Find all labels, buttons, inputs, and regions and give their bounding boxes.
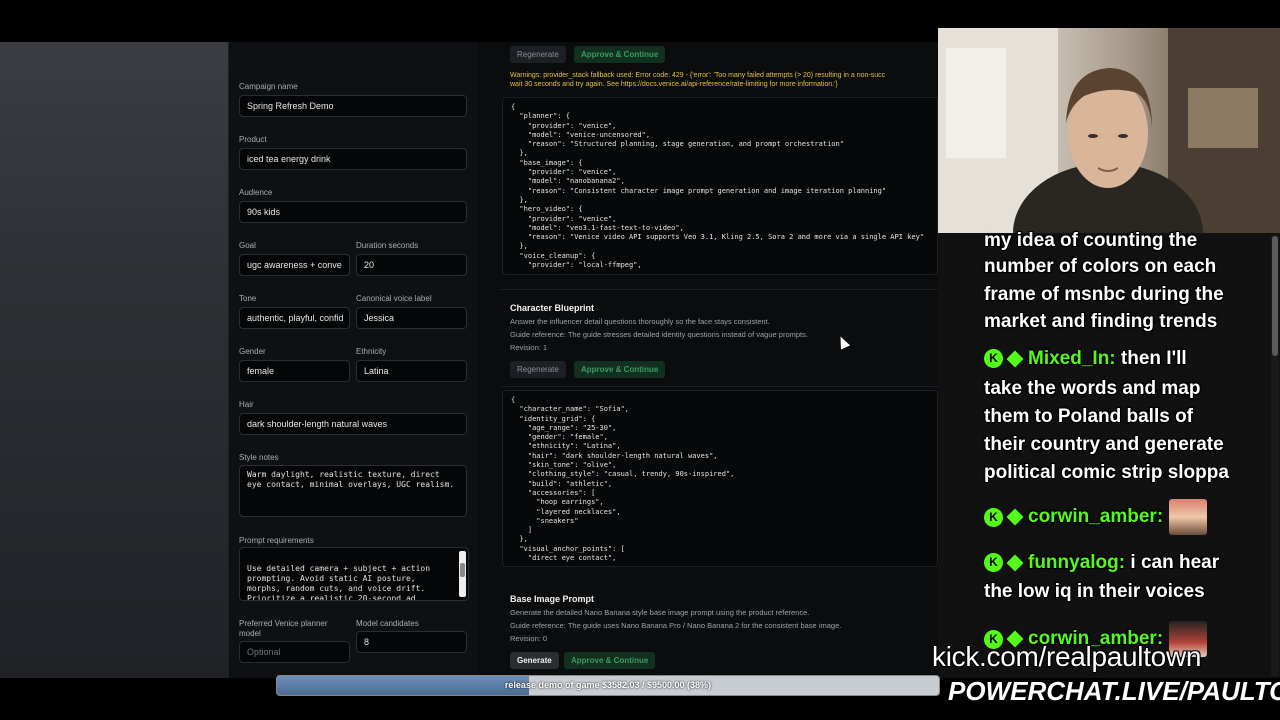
webcam-image — [938, 28, 1280, 233]
style-notes-textarea[interactable]: Warm daylight, realistic texture, direct… — [239, 465, 467, 517]
regenerate-button[interactable]: Regenerate — [510, 46, 566, 63]
planner-model-label: Preferred Venice planner model — [239, 619, 328, 638]
provider-stack-code: { "planner": { "provider": "venice", "mo… — [502, 97, 938, 275]
chat-line: political comic strip sloppa — [984, 462, 1229, 483]
voice-label-label: Canonical voice label — [356, 294, 432, 303]
base-image-revision: Revision: 0 — [510, 634, 548, 643]
prompt-requirements-text: Use detailed camera + subject + action p… — [247, 564, 431, 601]
character-blueprint-desc: Answer the influencer detail questions t… — [510, 317, 770, 326]
character-regenerate-button[interactable]: Regenerate — [510, 361, 566, 378]
chat-message: Kfunnyalog: i can hear — [984, 549, 1219, 577]
character-approve-button[interactable]: Approve & Continue — [574, 361, 666, 378]
kick-url-overlay: kick.com/realpaultown — [932, 641, 1202, 672]
chat-line: their country and generate — [984, 434, 1224, 455]
section-divider — [500, 386, 938, 387]
duration-label: Duration seconds — [356, 241, 419, 250]
textarea-scroll-thumb[interactable] — [460, 563, 465, 577]
donation-goal-bar: release demo of game $3582.03 / $9500.00… — [276, 675, 940, 696]
emote-image — [1169, 499, 1208, 535]
goal-input[interactable]: ugc awareness + conve — [239, 254, 350, 276]
gender-label: Gender — [239, 347, 266, 356]
chat-line: number of colors on each — [984, 256, 1217, 277]
style-notes-label: Style notes — [239, 453, 279, 462]
character-blueprint-revision: Revision: 1 — [510, 343, 548, 352]
character-blueprint-title: Character Blueprint — [510, 303, 595, 313]
base-image-desc: Generate the detailed Nano Banana style … — [510, 608, 810, 617]
hair-label: Hair — [239, 400, 254, 409]
chat-line: them to Poland balls of — [984, 406, 1194, 427]
product-input[interactable]: iced tea energy drink — [239, 148, 467, 170]
character-blueprint-guide: Guide reference: The guide stresses deta… — [510, 330, 808, 339]
voice-label-input[interactable]: Jessica — [356, 307, 467, 329]
chat-username: corwin_amber: — [1028, 506, 1164, 528]
chat-line: take the words and map — [984, 378, 1201, 399]
diamond-badge-icon — [1006, 554, 1024, 572]
chat-line: market and finding trends — [984, 311, 1218, 332]
ethnicity-label: Ethnicity — [356, 347, 387, 356]
donation-goal-text: release demo of game $3582.03 / $9500.00… — [504, 680, 712, 690]
prompt-requirements-textarea[interactable]: Use detailed camera + subject + action p… — [239, 547, 469, 601]
hair-input[interactable]: dark shoulder-length natural waves — [239, 413, 467, 435]
gender-input[interactable]: female — [239, 360, 350, 382]
approve-continue-button[interactable]: Approve & Continue — [574, 46, 666, 63]
planner-model-input[interactable]: Optional — [239, 641, 350, 663]
tone-input[interactable]: authentic, playful, confid — [239, 307, 350, 329]
textarea-scrollbar[interactable] — [459, 551, 466, 597]
fallback-warning: Warnings: provider_stack fallback used: … — [510, 72, 886, 88]
chat-line: the low iq in their voices — [984, 581, 1205, 602]
pipeline-panel: Regenerate Approve & Continue Warnings: … — [478, 42, 938, 678]
audience-input[interactable]: 90s kids — [239, 201, 467, 223]
tone-label: Tone — [239, 294, 257, 303]
kick-badge-icon: K — [984, 553, 1003, 573]
campaign-name-input[interactable]: Spring Refresh Demo — [239, 95, 467, 117]
chat-text: then I'll — [1115, 348, 1187, 369]
desktop-background — [0, 42, 228, 678]
base-image-title: Base Image Prompt — [510, 594, 595, 604]
ethnicity-input[interactable]: Latina — [356, 360, 467, 382]
audience-label: Audience — [239, 188, 273, 197]
duration-input[interactable]: 20 — [356, 254, 467, 276]
page-scroll-thumb[interactable] — [1272, 236, 1278, 356]
kick-badge-icon: K — [984, 507, 1003, 527]
diamond-badge-icon — [1006, 508, 1024, 526]
model-candidates-input[interactable]: 8 — [356, 631, 467, 653]
character-blueprint-code: { "character_name": "Sofia", "identity_g… — [502, 390, 938, 567]
generate-button[interactable]: Generate — [510, 652, 559, 669]
chat-line: frame of msnbc during the — [984, 284, 1224, 305]
base-image-guide: Guide reference: The guide uses Nano Ban… — [510, 621, 842, 630]
model-candidates-label: Model candidates — [356, 619, 419, 628]
base-image-approve-button[interactable]: Approve & Continue — [564, 652, 656, 669]
diamond-badge-icon — [1006, 350, 1024, 368]
prompt-requirements-label: Prompt requirements — [239, 536, 314, 545]
chat-username: Mixed_In: — [1028, 348, 1116, 369]
chat-overlay: my idea of counting the number of colors… — [982, 227, 1280, 677]
campaign-name-label: Campaign name — [239, 82, 298, 91]
kick-badge-icon: K — [984, 349, 1003, 369]
chat-text: i can hear — [1125, 552, 1220, 573]
goal-label: Goal — [239, 241, 256, 250]
chat-message: Kcorwin_amber: — [984, 499, 1208, 535]
product-label: Product — [239, 135, 267, 144]
powerchat-url-overlay: POWERCHAT.LIVE/PAULTOWN — [948, 676, 1280, 706]
webcam-feed — [938, 28, 1280, 233]
campaign-form-panel: Campaign name Spring Refresh Demo Produc… — [228, 42, 480, 678]
chat-line: my idea of counting the — [984, 230, 1198, 251]
chat-message: K Mixed_In: then I'll — [984, 345, 1187, 373]
page-scrollbar[interactable] — [1271, 236, 1279, 676]
chat-username: funnyalog: — [1028, 552, 1126, 573]
section-divider — [500, 289, 938, 290]
